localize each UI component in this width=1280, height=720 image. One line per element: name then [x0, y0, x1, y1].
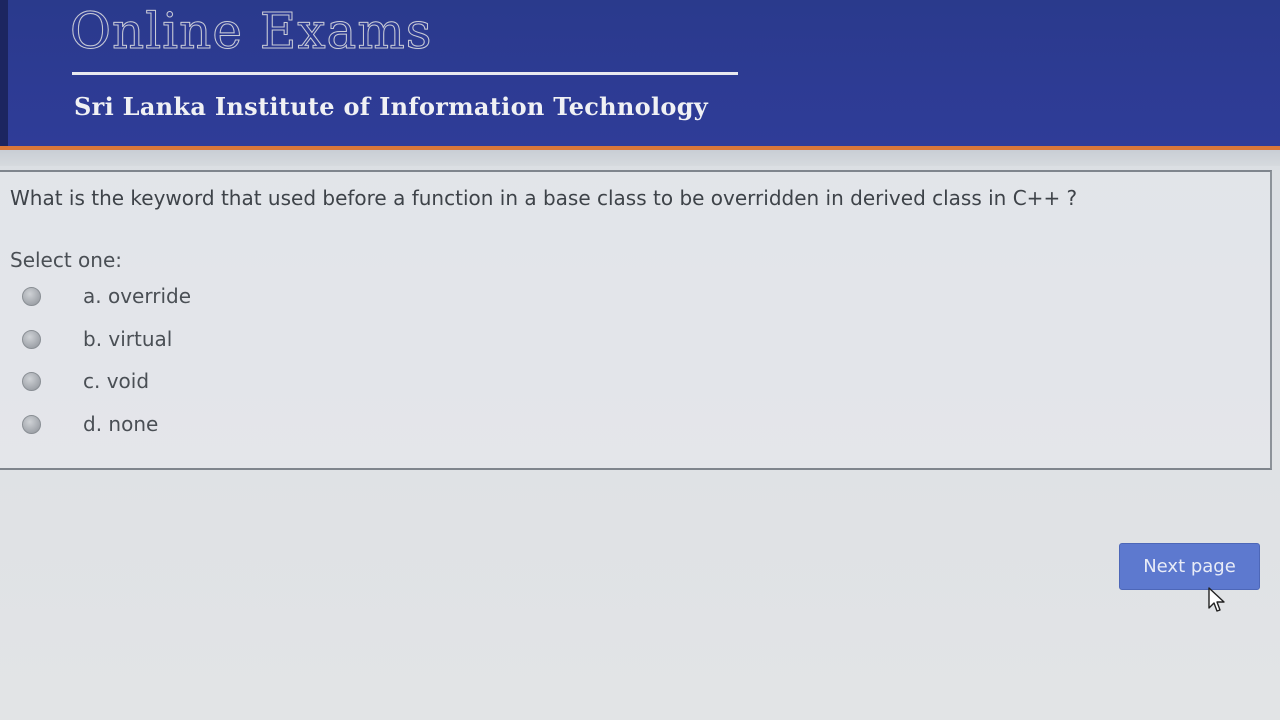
radio-button-a[interactable]	[22, 286, 41, 306]
answer-option-label: b. virtual	[83, 327, 173, 351]
institution-name: Sri Lanka Institute of Information Techn…	[74, 92, 709, 121]
answer-option-label: a. override	[83, 284, 191, 308]
next-page-button[interactable]: Next page	[1119, 543, 1260, 590]
answer-option-a[interactable]: a. override	[22, 283, 282, 309]
mouse-pointer-icon	[1208, 587, 1225, 612]
question-text: What is the keyword that used before a f…	[10, 186, 1078, 210]
answer-option-c[interactable]: c. void	[22, 368, 282, 394]
radio-button-d[interactable]	[22, 414, 41, 434]
radio-button-b[interactable]	[22, 329, 41, 349]
header-shadow-band	[0, 150, 1280, 166]
header-left-strip	[0, 0, 8, 146]
question-panel: What is the keyword that used before a f…	[0, 170, 1272, 470]
answer-option-d[interactable]: d. none	[22, 411, 282, 437]
title-divider	[72, 72, 738, 75]
answer-prompt: Select one:	[10, 248, 123, 272]
answer-option-label: c. void	[83, 369, 150, 393]
site-header: Online Exams Sri Lanka Institute of Info…	[0, 0, 1280, 146]
answer-option-label: d. none	[83, 412, 159, 436]
answer-option-b[interactable]: b. virtual	[22, 326, 282, 352]
radio-button-c[interactable]	[22, 371, 41, 391]
site-title: Online Exams	[69, 2, 433, 61]
